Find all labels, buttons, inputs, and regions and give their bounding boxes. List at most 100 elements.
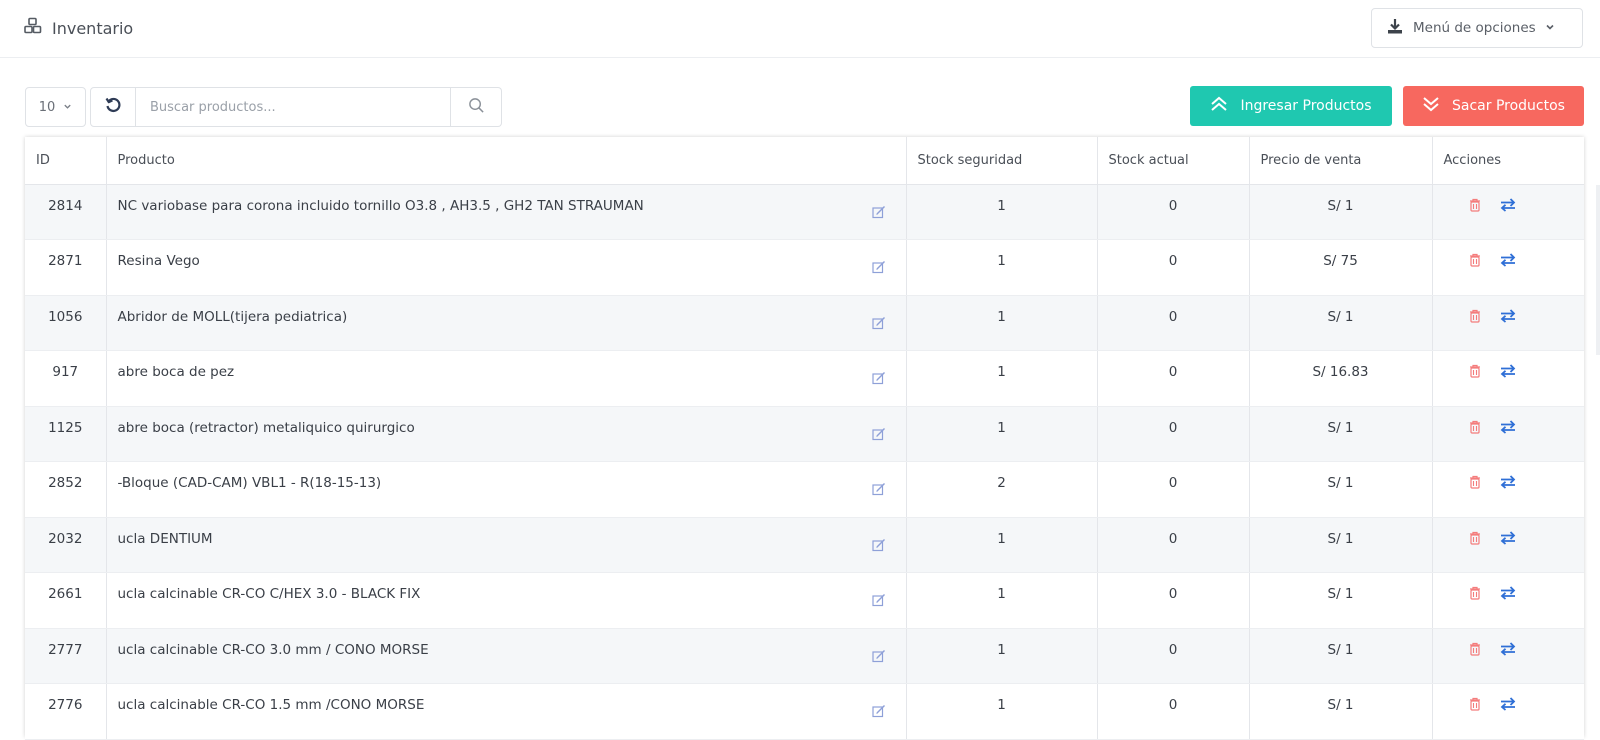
page-title-text: Inventario	[52, 18, 134, 38]
trash-icon[interactable]	[1469, 475, 1481, 489]
cell-precio-venta: S/ 1	[1249, 461, 1433, 518]
table-row: 917 abre boca de pez 1 0 S/ 16.83	[25, 350, 1584, 407]
cell-stock-seguridad: 1	[906, 295, 1098, 351]
exchange-icon[interactable]	[1499, 530, 1517, 545]
cell-acciones	[1432, 239, 1584, 296]
column-header-precio-venta[interactable]: Precio de venta	[1249, 137, 1433, 185]
product-name: -Bloque (CAD-CAM) VBL1 - R(18-15-13)	[117, 475, 382, 491]
edit-icon[interactable]	[871, 704, 886, 722]
edit-icon[interactable]	[871, 482, 886, 500]
exchange-icon[interactable]	[1499, 697, 1517, 711]
trash-icon[interactable]	[1469, 309, 1481, 323]
cell-id: 1125	[25, 406, 107, 462]
table-toolbar: 10	[25, 87, 502, 127]
edit-icon[interactable]	[871, 538, 886, 556]
edit-icon[interactable]	[871, 205, 886, 223]
product-name: Abridor de MOLL(tijera pediatrica)	[117, 308, 348, 325]
page-size-select[interactable]: 10	[25, 87, 86, 127]
product-name: ucla calcinable CR-CO 3.0 mm / CONO MORS…	[117, 641, 429, 658]
cell-acciones	[1432, 628, 1584, 684]
trash-icon[interactable]	[1469, 586, 1481, 600]
cell-acciones	[1432, 572, 1584, 629]
product-name: ucla calcinable CR-CO 1.5 mm /CONO MORSE	[117, 697, 425, 713]
double-chevron-down-icon	[1422, 96, 1440, 116]
cubes-icon	[24, 17, 42, 39]
edit-icon[interactable]	[871, 260, 886, 278]
side-scroll-strip	[1596, 185, 1600, 355]
cell-precio-venta: S/ 1	[1249, 683, 1433, 740]
cell-producto: abre boca de pez	[106, 350, 907, 407]
column-header-producto[interactable]: Producto	[106, 137, 907, 185]
trash-icon[interactable]	[1469, 420, 1481, 434]
product-name: abre boca de pez	[117, 364, 235, 380]
cell-stock-seguridad: 1	[906, 683, 1098, 740]
cell-id: 917	[25, 350, 107, 407]
edit-icon[interactable]	[871, 371, 886, 389]
column-header-id[interactable]: ID	[25, 137, 107, 185]
cell-precio-venta: S/ 1	[1249, 517, 1433, 573]
edit-icon[interactable]	[871, 593, 886, 611]
trash-icon[interactable]	[1469, 697, 1481, 711]
cell-stock-actual: 0	[1097, 184, 1250, 240]
cell-stock-seguridad: 1	[906, 572, 1098, 629]
refresh-button[interactable]	[90, 87, 136, 127]
cell-stock-seguridad: 1	[906, 628, 1098, 684]
ingresar-productos-button[interactable]: Ingresar Productos	[1190, 86, 1392, 126]
cell-stock-seguridad: 1	[906, 517, 1098, 573]
cell-precio-venta: S/ 75	[1249, 239, 1433, 296]
exchange-icon[interactable]	[1499, 641, 1517, 656]
cell-stock-seguridad: 1	[906, 406, 1098, 462]
table-row: 2032 ucla DENTIUM 1 0 S/ 1	[25, 517, 1584, 573]
cell-stock-seguridad: 1	[906, 239, 1098, 296]
exchange-icon[interactable]	[1499, 308, 1517, 323]
trash-icon[interactable]	[1469, 253, 1481, 267]
trash-icon[interactable]	[1469, 531, 1481, 545]
edit-icon[interactable]	[871, 316, 886, 334]
exchange-icon[interactable]	[1499, 197, 1517, 212]
options-menu-button[interactable]: Menú de opciones	[1371, 8, 1583, 48]
ingresar-productos-label: Ingresar Productos	[1240, 98, 1372, 114]
cell-precio-venta: S/ 1	[1249, 184, 1433, 240]
cell-stock-seguridad: 1	[906, 350, 1098, 407]
cell-id: 2032	[25, 517, 107, 573]
options-menu-label: Menú de opciones	[1413, 20, 1536, 36]
cell-id: 2852	[25, 461, 107, 518]
trash-icon[interactable]	[1469, 198, 1481, 212]
download-icon	[1386, 17, 1404, 39]
trash-icon[interactable]	[1469, 642, 1481, 656]
table-row: 2814 NC variobase para corona incluido to…	[25, 184, 1584, 240]
sacar-productos-button[interactable]: Sacar Productos	[1403, 86, 1584, 126]
cell-precio-venta: S/ 1	[1249, 406, 1433, 462]
cell-stock-actual: 0	[1097, 517, 1250, 573]
cell-acciones	[1432, 350, 1584, 407]
sacar-productos-label: Sacar Productos	[1452, 98, 1565, 114]
exchange-icon[interactable]	[1499, 475, 1517, 489]
cell-precio-venta: S/ 1	[1249, 572, 1433, 629]
search-button[interactable]	[451, 87, 502, 127]
edit-icon[interactable]	[871, 427, 886, 445]
product-name: ucla calcinable CR-CO C/HEX 3.0 - BLACK …	[117, 586, 421, 602]
exchange-icon[interactable]	[1499, 419, 1517, 434]
cell-acciones	[1432, 683, 1584, 740]
edit-icon[interactable]	[871, 649, 886, 667]
cell-stock-actual: 0	[1097, 406, 1250, 462]
cell-producto: abre boca (retractor) metaliquico quirur…	[106, 406, 907, 462]
search-input[interactable]	[136, 87, 451, 127]
cell-id: 2871	[25, 239, 107, 296]
column-header-stock-seguridad[interactable]: Stock seguridad	[906, 137, 1098, 185]
trash-icon[interactable]	[1469, 364, 1481, 378]
cell-acciones	[1432, 406, 1584, 462]
column-header-stock-actual[interactable]: Stock actual	[1097, 137, 1250, 185]
exchange-icon[interactable]	[1499, 253, 1517, 267]
cell-acciones	[1432, 461, 1584, 518]
cell-producto: Resina Vego	[106, 239, 907, 296]
cell-id: 2776	[25, 683, 107, 740]
exchange-icon[interactable]	[1499, 586, 1517, 600]
cell-id: 1056	[25, 295, 107, 351]
table-row: 1056 Abridor de MOLL(tijera pediatrica) 1 0…	[25, 295, 1584, 351]
cell-precio-venta: S/ 16.83	[1249, 350, 1433, 407]
exchange-icon[interactable]	[1499, 364, 1517, 378]
cell-producto: ucla calcinable CR-CO 3.0 mm / CONO MORS…	[106, 628, 907, 684]
column-header-acciones: Acciones	[1432, 137, 1584, 185]
cell-precio-venta: S/ 1	[1249, 295, 1433, 351]
